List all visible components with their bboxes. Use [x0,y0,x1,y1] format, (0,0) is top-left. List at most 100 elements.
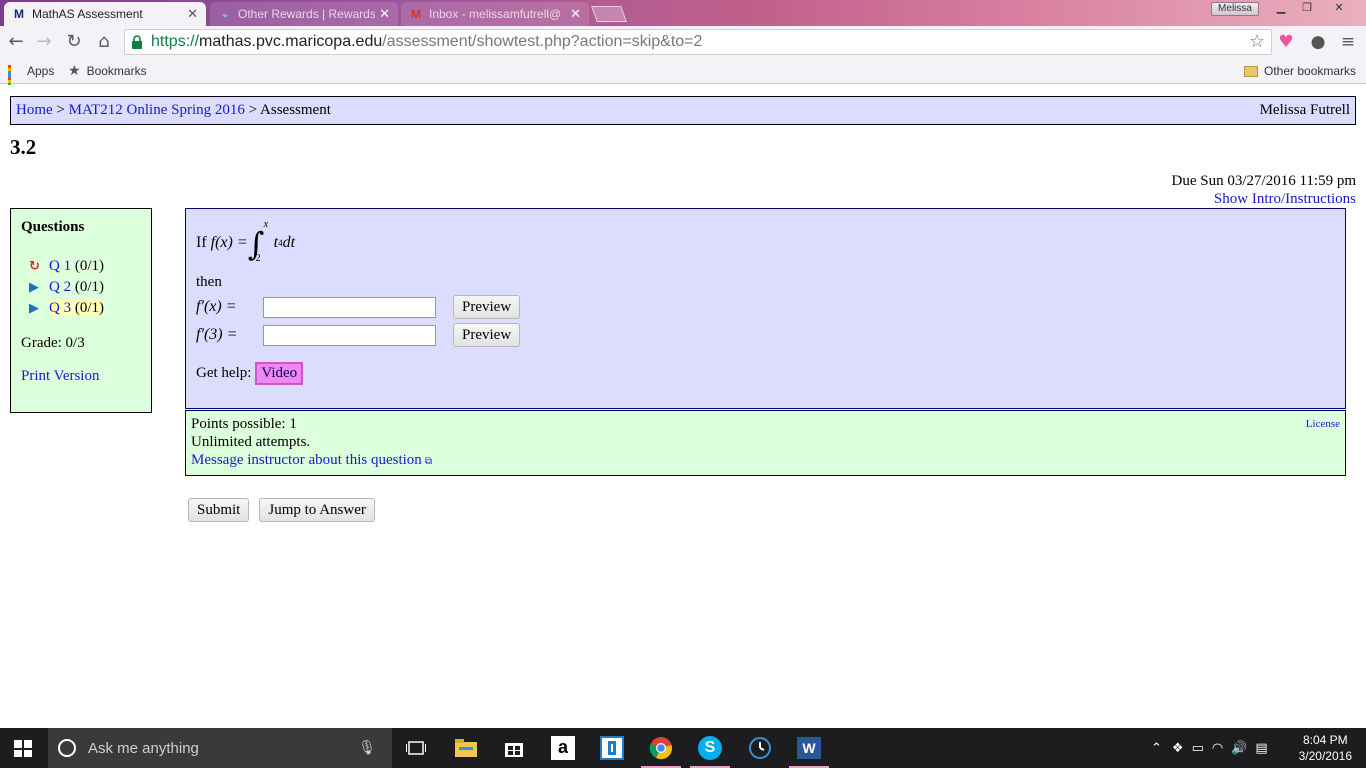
windows-start-icon[interactable] [14,740,32,757]
bookmark-bookmarks[interactable]: ★ Bookmarks [68,62,147,80]
restore-icon[interactable]: ❐ [1294,1,1320,17]
question-item-2[interactable]: ▶ Q 2 (0/1) [21,277,141,298]
breadcrumb-current: Assessment [260,102,331,118]
answer-row-2: f′(3) = Preview [196,323,521,347]
bookmark-apps[interactable]: Apps [8,62,55,92]
close-tab-icon[interactable]: ✕ [379,6,390,22]
star-icon: ★ [68,63,81,79]
url-host: mathas.pvc.maricopa.edu [199,33,383,50]
folder-icon [1244,65,1258,77]
profile-button[interactable]: Melissa [1211,2,1259,16]
keyboard-icon[interactable]: ▤ [1255,741,1267,756]
question-link[interactable]: Q 1 (0/1) [49,258,104,274]
integral-upper-limit: x [263,219,269,230]
answer-row-1: f′(x) = Preview [196,295,521,319]
answer-input-fprime-x[interactable] [263,296,436,318]
microphone-icon[interactable]: 🎙 [358,740,376,756]
url-scheme: https:// [151,33,200,50]
integral-symbol: ∫ x 2 [247,219,269,264]
new-tab-button[interactable] [591,6,627,22]
get-help-row: Get help: Video [196,362,304,385]
bookmark-star-icon[interactable]: ☆ [1249,30,1265,54]
bookmark-other[interactable]: Other bookmarks [1244,62,1356,80]
question-text: If f(x) = ∫ x 2 t 4 dt [196,219,295,264]
menu-icon[interactable]: ≡ [1336,30,1360,54]
system-tray: ⌃ ❖ ▭ ◠ 🔊 ▤ [1151,728,1268,768]
submit-button[interactable]: Submit [188,498,250,522]
chrome-icon[interactable] [641,734,681,768]
heart-extension-icon[interactable]: ♥ [1274,30,1298,54]
browser-tab-strip: M MathAS Assessment ✕ ◒ Other Rewards | … [0,0,1366,26]
close-tab-icon[interactable]: ✕ [570,6,581,22]
play-arrow-icon: ▶ [29,301,39,316]
question-item-3[interactable]: ▶ Q 3 (0/1) [21,298,141,319]
other-bookmarks-label: Other bookmarks [1264,64,1357,78]
answer-label: f′(x) = [196,298,237,315]
rewards-favicon-icon: ◒ [221,7,229,21]
bookmarks-bar: Apps ★ Bookmarks Other bookmarks [0,58,1366,92]
app-icon[interactable] [597,734,627,762]
print-version-link[interactable]: Print Version [21,368,141,385]
bookmarks-label: Bookmarks [86,64,147,78]
file-explorer-icon[interactable] [451,734,481,762]
tab-other-rewards[interactable]: ◒ Other Rewards | Rewards ✕ [210,2,398,26]
reload-icon[interactable]: ↻ [62,30,86,54]
apps-grid-icon [8,64,21,92]
cortana-icon [58,739,76,757]
question-lhs: f(x) = [210,234,248,251]
apps-label: Apps [27,64,55,78]
video-help-button[interactable]: Video [255,362,304,385]
action-buttons: Submit Jump to Answer [188,498,375,522]
tab-inbox[interactable]: M Inbox - melissamfutrell@ ✕ [401,2,589,26]
retry-icon: ↻ [29,259,40,274]
breadcrumb-course-link[interactable]: MAT212 Online Spring 2016 [69,102,245,118]
breadcrumb: Home > MAT212 Online Spring 2016 > Asses… [10,96,1356,125]
volume-icon[interactable]: 🔊 [1231,741,1247,756]
dropbox-icon[interactable]: ❖ [1172,741,1184,756]
address-bar[interactable]: https://mathas.pvc.maricopa.edu/assessme… [124,29,1272,55]
preview-button[interactable]: Preview [453,295,521,319]
close-tab-icon[interactable]: ✕ [187,6,198,22]
url-path: /assessment/showtest.php?action=skip&to=… [382,33,703,50]
questions-panel: Questions ↻ Q 1 (0/1) ▶ Q 2 (0/1) ▶ Q 3 … [10,208,152,413]
question-link[interactable]: Q 2 (0/1) [49,279,104,295]
store-icon[interactable] [499,734,529,762]
breadcrumb-separator: > [244,102,261,118]
questions-heading: Questions [21,219,85,235]
question-item-1[interactable]: ↻ Q 1 (0/1) [21,256,141,277]
preview-button[interactable]: Preview [453,323,521,347]
message-instructor-link[interactable]: Message instructor about this question ⧉ [191,452,432,468]
extension-icon[interactable]: ● [1306,30,1330,54]
skype-icon[interactable]: S [690,734,730,768]
battery-icon[interactable]: ▭ [1192,741,1204,756]
get-help-label: Get help: [196,365,252,381]
clock-app-icon[interactable] [745,734,775,762]
taskbar-clock[interactable]: 8:04 PM 3/20/2016 [1299,732,1352,764]
forward-icon[interactable]: → [32,30,56,54]
cortana-search-box[interactable]: Ask me anything 🎙 [48,728,392,768]
amazon-icon[interactable]: a [548,734,578,762]
jump-to-answer-button[interactable]: Jump to Answer [259,498,375,522]
grade-text: Grade: 0/3 [21,335,85,351]
tab-mathas-assessment[interactable]: M MathAS Assessment ✕ [4,2,206,26]
answer-input-fprime-3[interactable] [263,324,436,346]
tab-title: Inbox - melissamfutrell@ [429,7,562,21]
show-intro-link[interactable]: Show Intro/Instructions [1214,191,1356,207]
search-placeholder: Ask me anything [88,739,199,757]
home-icon[interactable]: ⌂ [92,30,116,54]
close-window-icon[interactable]: ✕ [1326,1,1352,17]
page-content: Home > MAT212 Online Spring 2016 > Asses… [0,85,1366,728]
breadcrumb-home-link[interactable]: Home [16,102,53,118]
back-icon[interactable]: ← [4,30,28,54]
question-link-current[interactable]: Q 3 (0/1) [49,300,105,316]
clock-time: 8:04 PM [1302,733,1348,747]
wifi-icon[interactable]: ◠ [1212,741,1223,756]
word-icon[interactable]: W [789,734,829,768]
license-link[interactable]: License [1306,415,1340,433]
tab-title: MathAS Assessment [32,7,143,21]
clock-date: 3/20/2016 [1298,749,1352,763]
show-hidden-icons-icon[interactable]: ⌃ [1151,741,1162,756]
minimize-icon[interactable]: ▁ [1268,1,1294,17]
due-date: Due Sun 03/27/2016 11:59 pm [1171,173,1356,189]
task-view-icon[interactable] [401,734,431,762]
